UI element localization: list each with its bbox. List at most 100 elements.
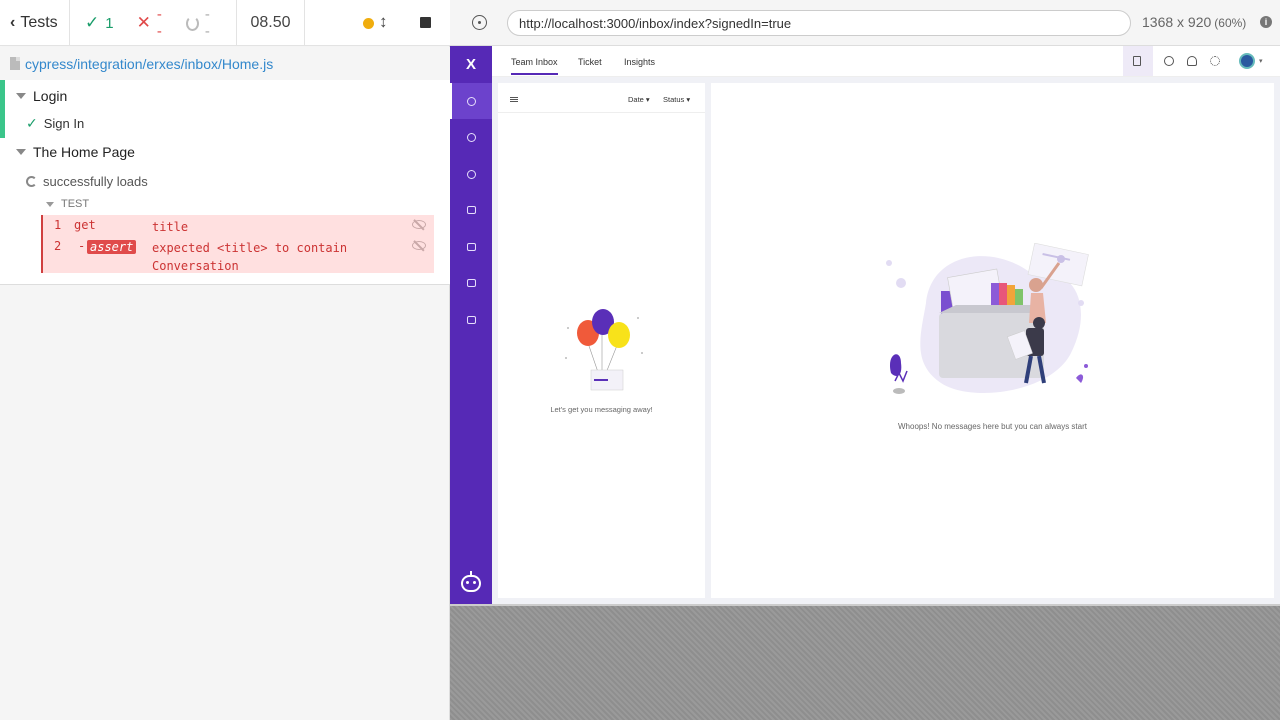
- aut-header: 1368 x 920(60%) i: [450, 0, 1280, 46]
- caret-down-icon: [16, 149, 26, 155]
- failed-value: --: [156, 6, 162, 40]
- suite-home-page[interactable]: The Home Page: [0, 142, 450, 162]
- balloons-illustration: [565, 309, 643, 391]
- tests-back-button[interactable]: ‹ Tests: [0, 0, 70, 46]
- assert-badge: assert: [87, 240, 137, 254]
- chat-icon: [466, 96, 476, 106]
- channels-nav-icon[interactable]: [450, 229, 492, 265]
- file-icon: [10, 57, 20, 70]
- menu-icon[interactable]: [510, 97, 518, 99]
- url-field[interactable]: [507, 10, 1131, 36]
- app-under-test: X Team Inbox Ticket Insights ▾ Date ▾ St…: [450, 46, 1280, 604]
- chevron-left-icon: ‹: [10, 14, 16, 31]
- spec-file-bar: cypress/integration/erxes/inbox/Home.js: [0, 47, 450, 80]
- duration: 08.50: [237, 0, 305, 46]
- spec-file-link[interactable]: cypress/integration/erxes/inbox/Home.js: [25, 56, 273, 72]
- selector-playground-icon[interactable]: [472, 15, 487, 30]
- cypress-reporter: ‹ Tests ✓ 1 ✕ -- -- 08.50 ↕ cypress/inte…: [0, 0, 450, 720]
- date-filter-label: Date: [628, 95, 644, 104]
- viewport-scale: (60%): [1214, 16, 1247, 30]
- test-stats: ✓ 1 ✕ -- --: [70, 0, 237, 46]
- robot-icon[interactable]: [461, 571, 481, 592]
- command-row[interactable]: 2 - assert expected <title> to contain C…: [43, 239, 436, 275]
- runnables-list: Login ✓ Sign In The Home Page successful…: [0, 80, 450, 285]
- gear-icon[interactable]: [1210, 56, 1220, 66]
- viewport-info: 1368 x 920 (60%): [1142, 14, 1246, 30]
- pending-value: --: [204, 6, 210, 40]
- reporter-header: ‹ Tests ✓ 1 ✕ -- -- 08.50 ↕: [0, 0, 450, 46]
- pending-count: --: [185, 6, 213, 40]
- spinner-icon: [185, 15, 199, 31]
- test-title: successfully loads: [43, 173, 148, 189]
- status-filter-label: Status: [663, 95, 685, 104]
- tab-team-inbox[interactable]: Team Inbox: [511, 57, 558, 75]
- bell-icon[interactable]: [1187, 56, 1197, 66]
- info-icon[interactable]: i: [1260, 16, 1272, 28]
- x-icon: ✕: [136, 13, 151, 32]
- viewport-padding-area: [450, 604, 1280, 720]
- viewport-dimensions: 1368 x 920: [1142, 14, 1212, 30]
- tab-ticket[interactable]: Ticket: [578, 57, 602, 67]
- eye-slash-icon: [412, 241, 426, 250]
- auto-scroll-toggle-icon[interactable]: ↕: [379, 12, 388, 32]
- conversation-detail: Whoops! No messages here but you can alw…: [711, 83, 1274, 598]
- command-message: expected <title> to contain Conversation: [152, 241, 348, 273]
- calendar-nav-icon[interactable]: [450, 302, 492, 338]
- bulb-icon: [466, 132, 476, 142]
- check-icon: ✓: [85, 13, 100, 32]
- test-sign-in[interactable]: ✓ Sign In: [0, 113, 450, 133]
- command-number: 1: [54, 218, 62, 232]
- contacts-nav-icon[interactable]: [450, 192, 492, 228]
- suite-title: The Home Page: [33, 144, 135, 160]
- check-icon: ✓: [26, 114, 38, 131]
- failed-count: ✕ --: [137, 6, 163, 40]
- inbox-nav-icon[interactable]: [450, 83, 492, 119]
- empty-mailbox-illustration: [886, 243, 1089, 394]
- status-filter[interactable]: Status ▾: [663, 95, 690, 104]
- suite-login[interactable]: Login: [0, 86, 450, 106]
- loading-icon: [26, 175, 37, 187]
- users-icon: [466, 206, 476, 214]
- tests-label: Tests: [20, 14, 58, 31]
- command-number: 2: [54, 239, 62, 253]
- avatar[interactable]: [1239, 53, 1255, 69]
- growth-nav-icon[interactable]: [450, 119, 492, 155]
- campaigns-nav-icon[interactable]: [450, 265, 492, 301]
- document-button[interactable]: [1123, 46, 1153, 76]
- calendar-icon: [466, 316, 476, 324]
- document-icon: [1133, 56, 1141, 66]
- eye-slash-icon: [412, 220, 426, 229]
- refresh-icon: [466, 169, 476, 179]
- run-controls: ↕: [305, 0, 450, 46]
- suite-title: Login: [33, 88, 68, 104]
- app-sidebar: X: [450, 46, 492, 604]
- command-name: get: [74, 218, 96, 232]
- megaphone-icon: [466, 279, 476, 287]
- passed-count: ✓ 1: [85, 13, 114, 33]
- running-status-icon: [363, 18, 374, 29]
- tab-insights[interactable]: Insights: [624, 57, 655, 67]
- app-body: Date ▾ Status ▾ Let's get you messaging …: [492, 77, 1280, 604]
- help-icon[interactable]: [1164, 56, 1174, 66]
- command-log: 1 get title 2 - assert expected <title> …: [41, 215, 434, 273]
- test-section-label: TEST: [61, 198, 90, 210]
- laptop-icon: [466, 243, 476, 251]
- chevron-down-icon[interactable]: ▾: [1259, 57, 1263, 65]
- caret-down-icon: [16, 93, 26, 99]
- command-name: -: [78, 239, 86, 253]
- app-topbar: Team Inbox Ticket Insights ▾: [492, 46, 1280, 77]
- app-logo[interactable]: X: [450, 46, 492, 82]
- stop-button[interactable]: [420, 17, 431, 28]
- test-successfully-loads[interactable]: successfully loads: [0, 171, 450, 191]
- command-row[interactable]: 1 get title: [43, 218, 436, 236]
- empty-detail-message: Whoops! No messages here but you can alw…: [898, 422, 1087, 431]
- empty-list-message: Let's get you messaging away!: [550, 405, 653, 414]
- test-title: Sign In: [43, 115, 85, 131]
- command-message: title: [152, 220, 189, 234]
- conversation-list: Date ▾ Status ▾ Let's get you messaging …: [498, 83, 705, 598]
- test-section-header[interactable]: TEST: [0, 196, 450, 212]
- engage-nav-icon[interactable]: [450, 156, 492, 192]
- passed-value: 1: [105, 14, 114, 32]
- caret-down-icon: [46, 201, 54, 207]
- date-filter[interactable]: Date ▾: [628, 95, 650, 104]
